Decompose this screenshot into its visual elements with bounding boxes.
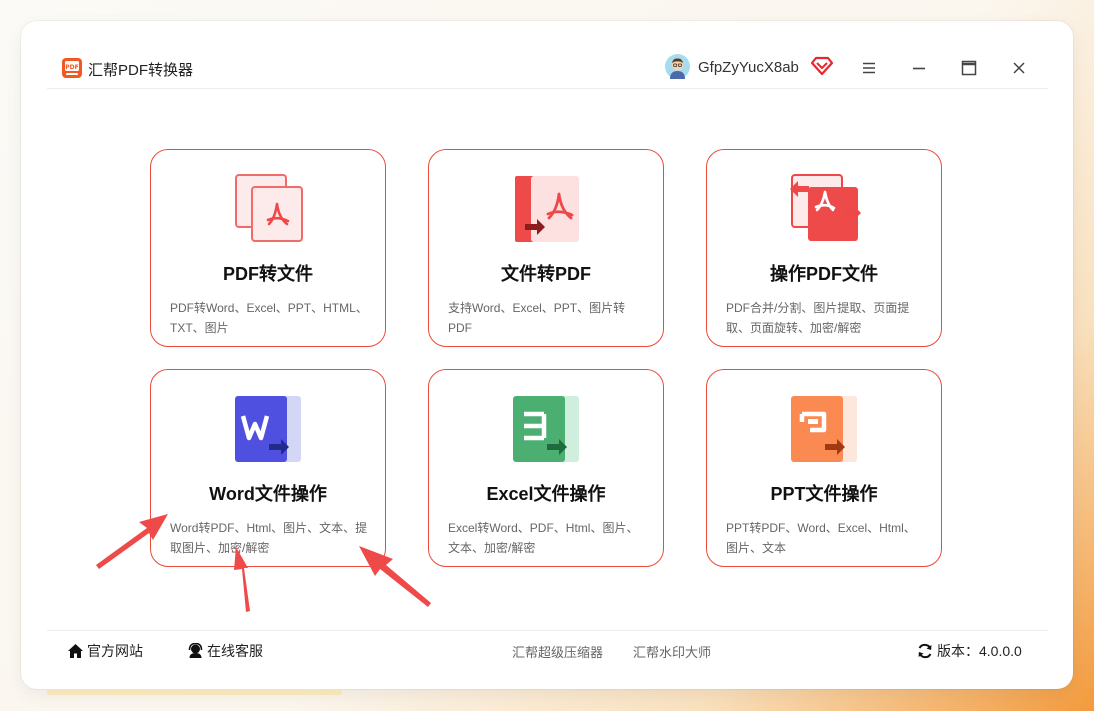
user-avatar-icon[interactable] (665, 54, 690, 79)
app-logo-icon: PDF (62, 58, 82, 78)
excel-icon (513, 396, 579, 462)
menu-icon[interactable] (857, 56, 881, 80)
card-title: PDF转文件 (223, 264, 313, 284)
card-ppt-operate[interactable]: PPT文件操作 PPT转PDF、Word、Excel、Html、图片、文本 (706, 369, 942, 567)
word-icon (235, 396, 301, 462)
card-title: PPT文件操作 (770, 484, 878, 504)
refresh-icon (918, 643, 932, 659)
minimize-icon[interactable] (907, 56, 931, 80)
card-description: PPT转PDF、Word、Excel、Html、图片、文本 (726, 521, 916, 555)
watermark-tool-link[interactable]: 汇帮水印大师 (633, 642, 711, 661)
card-title: Word文件操作 (209, 484, 327, 504)
background-strip (47, 690, 342, 695)
card-pdf-to-file[interactable]: PDF转文件 PDF转Word、Excel、PPT、HTML、TXT、图片 (150, 149, 386, 347)
card-pdf-operate[interactable]: 操作PDF文件 PDF合并/分割、图片提取、页面提取、页面旋转、加密/解密 (706, 149, 942, 347)
title-bar: PDF 汇帮PDF转换器 GfpZyYucX8ab (47, 46, 1048, 89)
pdf-to-file-icon (235, 174, 303, 242)
card-description: PDF合并/分割、图片提取、页面提取、页面旋转、加密/解密 (726, 301, 910, 335)
version-info[interactable]: 版本：4.0.0.0 (917, 641, 1022, 661)
card-description: 支持Word、Excel、PPT、图片转PDF (448, 301, 626, 335)
version-label: 版本：4.0.0.0 (937, 643, 1022, 659)
card-description: Excel转Word、PDF、Html、图片、文本、加密/解密 (448, 521, 639, 555)
card-description: PDF转Word、Excel、PPT、HTML、TXT、图片 (170, 301, 368, 335)
card-title: 操作PDF文件 (770, 264, 878, 284)
close-icon[interactable] (1007, 56, 1031, 80)
ppt-icon (791, 396, 857, 462)
svg-text:PDF: PDF (65, 64, 78, 71)
file-to-pdf-icon (515, 176, 579, 242)
vip-diamond-icon[interactable] (811, 56, 833, 76)
maximize-icon[interactable] (957, 56, 981, 80)
card-title: Excel文件操作 (486, 484, 606, 504)
card-word-operate[interactable]: Word文件操作 Word转PDF、Html、图片、文本、提取图片、加密/解密 (150, 369, 386, 567)
card-file-to-pdf[interactable]: 文件转PDF 支持Word、Excel、PPT、图片转PDF (428, 149, 664, 347)
home-icon (68, 644, 83, 658)
card-excel-operate[interactable]: Excel文件操作 Excel转Word、PDF、Html、图片、文本、加密/解… (428, 369, 664, 567)
official-site-link[interactable]: 官方网站 (67, 641, 143, 661)
online-service-label: 在线客服 (207, 643, 263, 659)
username[interactable]: GfpZyYucX8ab (698, 59, 799, 76)
footer-bar: 官方网站 在线客服 汇帮超级压缩器 汇帮水印大师 版本：4.0.0.0 (47, 630, 1048, 669)
pdf-operate-icon (790, 174, 861, 241)
card-description: Word转PDF、Html、图片、文本、提取图片、加密/解密 (170, 521, 368, 555)
official-site-label: 官方网站 (87, 643, 143, 659)
compress-tool-link[interactable]: 汇帮超级压缩器 (512, 642, 603, 661)
app-title: 汇帮PDF转换器 (88, 62, 194, 79)
headset-icon (188, 642, 203, 658)
card-title: 文件转PDF (501, 264, 591, 284)
online-service-link[interactable]: 在线客服 (187, 641, 263, 661)
app-window: PDF 汇帮PDF转换器 GfpZyYucX8ab PDF转文件 PDF转Wor… (47, 46, 1048, 668)
